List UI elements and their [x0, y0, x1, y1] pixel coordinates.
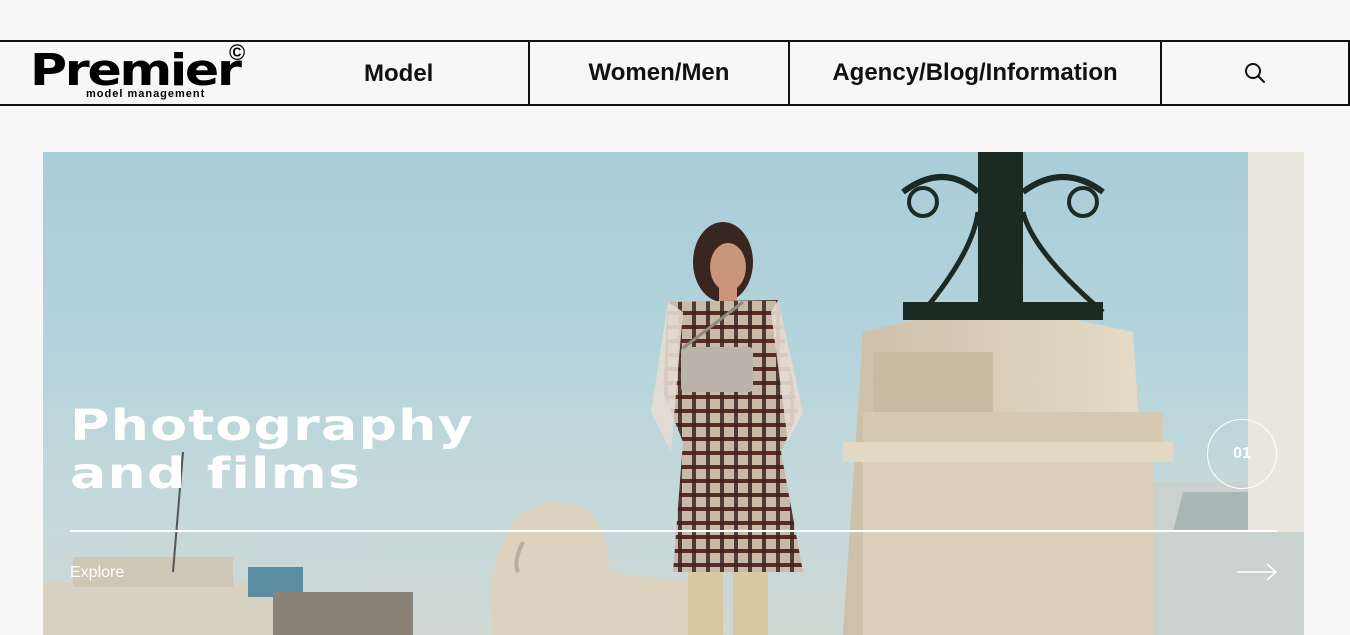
slide-number: 01	[1233, 445, 1251, 462]
nav-item-agency-label: Agency/Blog/Information	[832, 59, 1118, 86]
hero-title-line-2: and films	[70, 449, 362, 499]
search-icon	[1245, 63, 1265, 83]
nav-item-model[interactable]: Model	[364, 60, 433, 88]
search-button[interactable]	[1162, 42, 1350, 104]
nav-item-agency-blog-information[interactable]: Agency/Blog/Information	[790, 42, 1162, 104]
main-navigation: Premier © model management Model Women/M…	[0, 40, 1350, 106]
hero-title-line-1: Photography	[70, 401, 475, 451]
logo-tagline: model management	[86, 88, 206, 100]
nav-item-women-men[interactable]: Women/Men	[530, 42, 790, 104]
arrow-right-icon[interactable]	[1236, 562, 1278, 582]
hero-banner[interactable]: Photography and films 01 Explore	[43, 152, 1304, 635]
premier-logo[interactable]: Premier © model management	[30, 40, 255, 104]
hero-background-image	[43, 152, 1304, 635]
logo-and-model-cell: Premier © model management Model	[0, 40, 530, 104]
hero-title: Photography and films	[70, 402, 474, 498]
hero-divider	[70, 530, 1277, 532]
slide-number-badge: 01	[1207, 419, 1277, 489]
logo-copyright-mark: ©	[229, 40, 246, 65]
explore-link[interactable]: Explore	[70, 564, 124, 582]
nav-item-women-men-label: Women/Men	[588, 59, 730, 86]
